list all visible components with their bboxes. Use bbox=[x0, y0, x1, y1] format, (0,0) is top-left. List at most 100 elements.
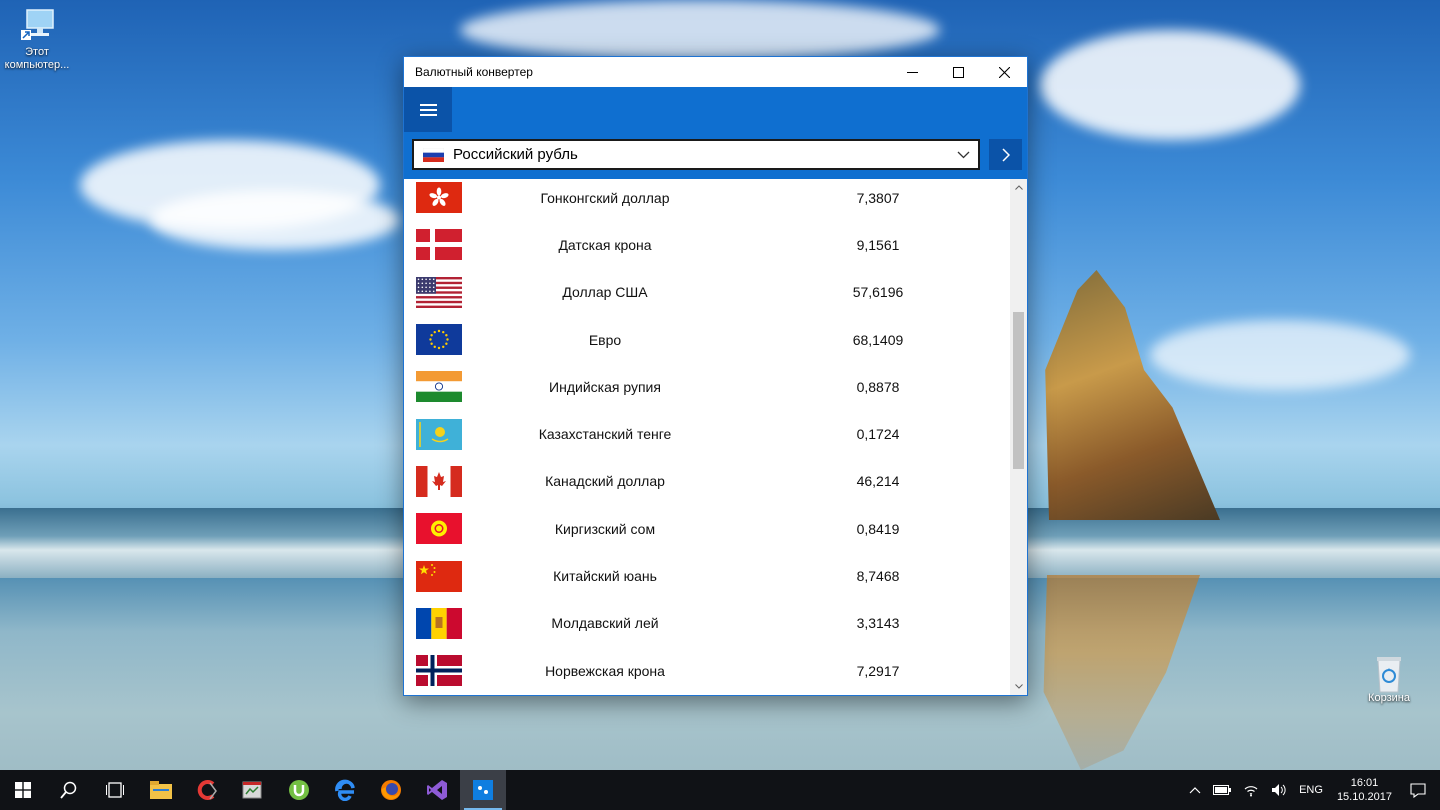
vertical-scrollbar[interactable] bbox=[1010, 179, 1027, 695]
chevron-down-icon bbox=[948, 151, 978, 159]
scroll-up-arrow-icon[interactable] bbox=[1010, 179, 1027, 196]
currency-row[interactable]: Китайский юань 8,7468 bbox=[404, 552, 1010, 599]
currency-rate: 8,7468 bbox=[856, 568, 900, 585]
currency-row[interactable]: Индийская рупия 0,8878 bbox=[404, 363, 1010, 410]
eu-flag-icon bbox=[416, 324, 462, 356]
next-button[interactable] bbox=[989, 139, 1022, 170]
volume-button[interactable] bbox=[1265, 783, 1293, 797]
india-flag-icon bbox=[416, 371, 462, 403]
currency-row[interactable]: Норвежская крона 7,2917 bbox=[404, 647, 1010, 694]
currency-row[interactable]: Евро 68,1409 bbox=[404, 316, 1010, 363]
close-button[interactable] bbox=[981, 57, 1027, 87]
currency-rate: 9,1561 bbox=[856, 236, 900, 253]
search-icon bbox=[60, 781, 77, 799]
scrollbar-thumb[interactable] bbox=[1013, 312, 1024, 469]
currency-row[interactable]: Гонконгский доллар 7,3807 bbox=[404, 179, 1010, 221]
currency-rate: 3,3143 bbox=[856, 615, 900, 632]
kazakhstan-flag-icon bbox=[416, 418, 462, 450]
currency-name: Канадский доллар bbox=[545, 473, 665, 490]
clock-time: 16:01 bbox=[1350, 777, 1379, 789]
rock-reflection bbox=[1043, 575, 1200, 770]
norway-flag-icon bbox=[416, 655, 462, 687]
cloud bbox=[1040, 30, 1300, 140]
currency-rate: 7,2917 bbox=[856, 662, 900, 679]
system-tray: ENG 16:01 15.10.2017 bbox=[1183, 770, 1440, 810]
currency-row[interactable]: Киргизский сом 0,8419 bbox=[404, 505, 1010, 552]
recycle-bin-icon bbox=[1371, 654, 1407, 693]
edge-icon bbox=[335, 779, 355, 801]
edge-button[interactable] bbox=[322, 770, 368, 810]
visual-studio-button[interactable] bbox=[414, 770, 460, 810]
usa-flag-icon bbox=[416, 276, 462, 308]
clock-date: 15.10.2017 bbox=[1336, 791, 1392, 803]
currency-name: Киргизский сом bbox=[554, 520, 656, 537]
base-currency-dropdown[interactable]: Российский рубль bbox=[412, 139, 980, 170]
window-title: Валютный конвертер bbox=[415, 65, 533, 79]
file-explorer-icon bbox=[150, 781, 172, 799]
firefox-icon bbox=[381, 780, 401, 800]
task-view-icon bbox=[106, 782, 124, 798]
currency-converter-taskbar-button[interactable] bbox=[460, 770, 506, 810]
start-button[interactable] bbox=[0, 770, 46, 810]
minimize-button[interactable] bbox=[889, 57, 935, 87]
search-button[interactable] bbox=[46, 770, 92, 810]
task-view-button[interactable] bbox=[92, 770, 138, 810]
network-button[interactable] bbox=[1237, 783, 1265, 797]
wifi-icon bbox=[1244, 786, 1258, 797]
currency-rate: 46,214 bbox=[856, 473, 900, 490]
currency-name: Китайский юань bbox=[553, 568, 657, 585]
currency-name: Казахстанский тенге bbox=[538, 426, 672, 443]
input-language-indicator[interactable]: ENG bbox=[1293, 784, 1329, 796]
hamburger-menu-button[interactable] bbox=[404, 87, 452, 132]
currency-converter-window: Валютный конвертер Российский рубль Гонк… bbox=[403, 56, 1028, 696]
currency-name: Доллар США bbox=[562, 284, 648, 301]
currency-row[interactable]: Доллар США 57,6196 bbox=[404, 269, 1010, 316]
currency-row[interactable]: Датская крона 9,1561 bbox=[404, 221, 1010, 268]
currency-row[interactable]: Казахстанский тенге 0,1724 bbox=[404, 410, 1010, 457]
currency-rate: 68,1409 bbox=[852, 331, 904, 348]
russia-flag-icon bbox=[423, 147, 444, 162]
currency-name: Норвежская крона bbox=[545, 662, 665, 679]
currency-name: Датская крона bbox=[558, 236, 652, 253]
utorrent-icon bbox=[289, 780, 309, 800]
rock-formation bbox=[1045, 270, 1220, 520]
hong-kong-flag-icon bbox=[416, 182, 462, 214]
exchange-rate-list[interactable]: Гонконгский доллар 7,3807 Датская крона 9,1… bbox=[404, 179, 1027, 695]
currency-selector-bar: Российский рубль bbox=[404, 132, 1027, 179]
currency-name: Гонконгский доллар bbox=[540, 189, 670, 206]
show-hidden-icons-button[interactable] bbox=[1183, 786, 1207, 794]
windows-logo-icon bbox=[15, 782, 31, 798]
ccleaner-button[interactable] bbox=[184, 770, 230, 810]
task-manager-button[interactable] bbox=[230, 770, 276, 810]
desktop-icon-this-pc[interactable]: Этот компьютер... bbox=[0, 8, 74, 72]
utorrent-button[interactable] bbox=[276, 770, 322, 810]
ccleaner-icon bbox=[197, 780, 217, 800]
currency-rate: 0,8419 bbox=[856, 520, 900, 537]
moldova-flag-icon bbox=[416, 607, 462, 639]
chevron-right-icon bbox=[1001, 147, 1010, 162]
currency-name: Евро bbox=[588, 331, 622, 348]
selected-currency-value: Российский рубль bbox=[453, 146, 578, 163]
firefox-button[interactable] bbox=[368, 770, 414, 810]
denmark-flag-icon bbox=[416, 229, 462, 261]
file-explorer-button[interactable] bbox=[138, 770, 184, 810]
scroll-down-arrow-icon[interactable] bbox=[1010, 678, 1027, 695]
notification-icon bbox=[1410, 782, 1426, 798]
currency-rate: 7,3807 bbox=[856, 189, 900, 206]
desktop-icon-recycle-bin[interactable]: Корзина bbox=[1352, 654, 1426, 705]
battery-button[interactable] bbox=[1207, 785, 1237, 795]
action-center-button[interactable] bbox=[1400, 782, 1440, 798]
computer-icon bbox=[19, 8, 55, 42]
battery-icon bbox=[1213, 785, 1232, 795]
maximize-button[interactable] bbox=[935, 57, 981, 87]
currency-row[interactable]: Молдавский лей 3,3143 bbox=[404, 600, 1010, 647]
currency-row[interactable]: Канадский доллар 46,214 bbox=[404, 458, 1010, 505]
currency-rate: 0,1724 bbox=[856, 426, 900, 443]
canada-flag-icon bbox=[416, 465, 462, 497]
clock[interactable]: 16:01 15.10.2017 bbox=[1329, 776, 1400, 804]
title-bar[interactable]: Валютный конвертер bbox=[404, 57, 1027, 87]
taskbar: ENG 16:01 15.10.2017 bbox=[0, 770, 1440, 810]
currency-rate: 0,8878 bbox=[856, 378, 900, 395]
app-header bbox=[404, 87, 1027, 132]
cloud bbox=[1150, 320, 1410, 390]
